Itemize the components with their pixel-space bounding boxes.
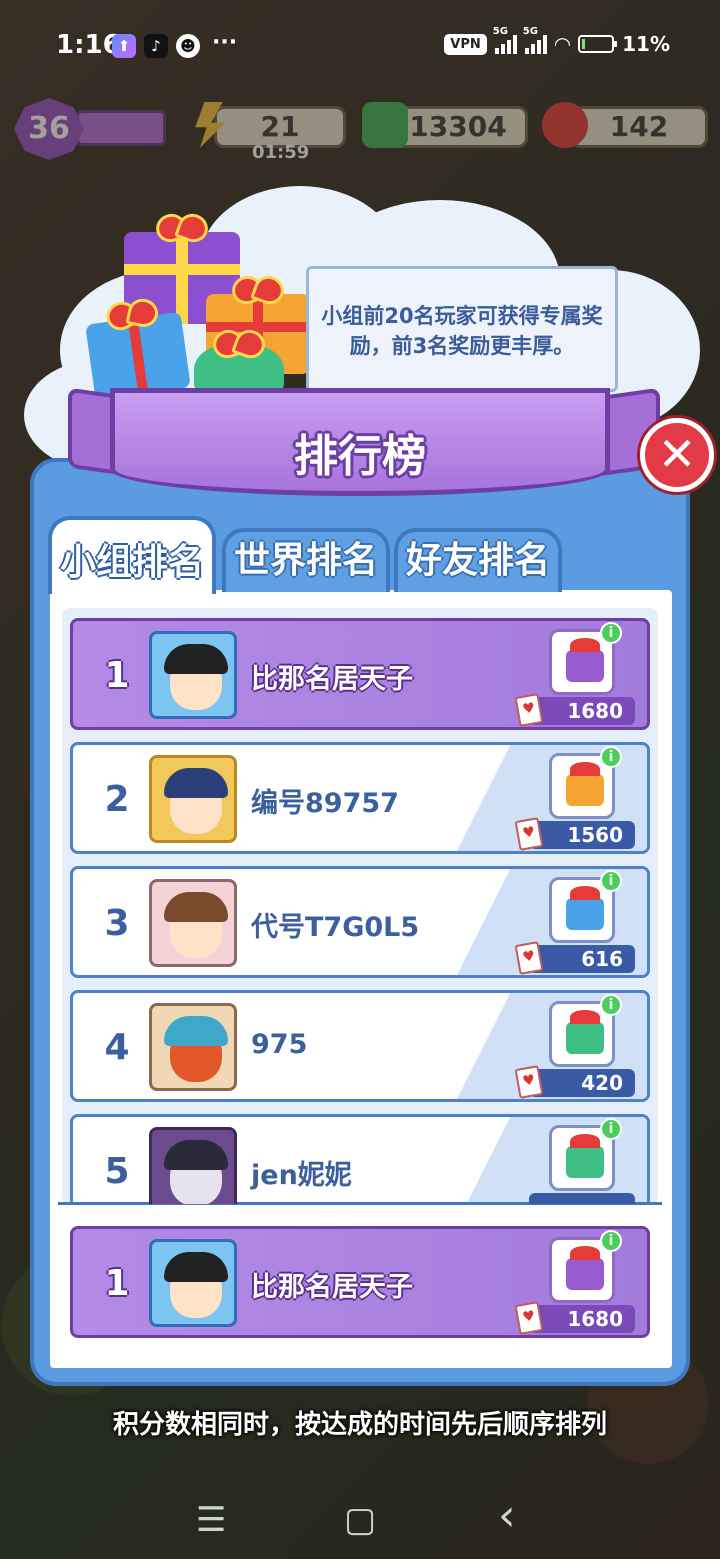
card-icon: ♥ bbox=[514, 1301, 544, 1335]
menu-icon[interactable]: ☰ bbox=[196, 1500, 226, 1540]
gift-icon bbox=[566, 1134, 604, 1178]
ranking-list[interactable]: 1 比那名居天子 i ♥ 1680 2 编号89757 i ♥ 1560 3 代… bbox=[62, 608, 658, 1204]
score bbox=[529, 1193, 635, 1204]
tab-world-ranking[interactable]: 世界排名 bbox=[222, 528, 390, 592]
home-icon[interactable]: ▢ bbox=[344, 1500, 376, 1540]
signal-icon-2: 5G bbox=[523, 26, 547, 54]
score: 616 bbox=[529, 945, 635, 973]
tiktok-icon: ♪ bbox=[144, 34, 168, 58]
wifi-icon: ◠ bbox=[554, 32, 571, 56]
ranking-rule-note: 积分数相同时，按达成的时间先后顺序排列 bbox=[112, 1410, 607, 1440]
game-hud: 36 21 01:59 13304 142 bbox=[0, 96, 720, 166]
info-icon[interactable]: i bbox=[600, 622, 622, 644]
reward-gift-button[interactable]: i bbox=[549, 622, 622, 695]
info-icon[interactable]: i bbox=[600, 994, 622, 1016]
ranking-row[interactable]: 1 比那名居天子 i ♥ 1680 bbox=[70, 618, 650, 730]
info-icon[interactable]: i bbox=[600, 1118, 622, 1140]
rank-number: 4 bbox=[104, 1027, 130, 1068]
info-icon[interactable]: i bbox=[600, 870, 622, 892]
avatar[interactable] bbox=[149, 631, 237, 719]
rank-number: 1 bbox=[104, 655, 130, 696]
gift-icon bbox=[566, 1246, 604, 1290]
app-notification-icon: ⬆ bbox=[112, 34, 136, 58]
more-notifications-icon: ··· bbox=[212, 30, 238, 55]
energy-timer: 01:59 bbox=[252, 142, 310, 163]
card-icon: ♥ bbox=[514, 693, 544, 727]
reward-info-text: 小组前20名玩家可获得专属奖励，前3名奖励更丰厚。 bbox=[306, 266, 618, 392]
player-name: 比那名居天子 bbox=[251, 1272, 413, 1303]
player-level: 36 bbox=[14, 98, 84, 160]
my-ranking-row[interactable]: 1 比那名居天子 i ♥ 1680 bbox=[70, 1226, 650, 1338]
reward-gift-button[interactable]: i bbox=[549, 746, 622, 819]
rank-number: 5 bbox=[104, 1151, 130, 1192]
signal-icon: 5G bbox=[493, 26, 517, 54]
player-name: 代号T7G0L5 bbox=[251, 912, 420, 943]
score: 1680 bbox=[529, 1305, 635, 1333]
reward-gift-button[interactable]: i bbox=[549, 870, 622, 943]
player-name: 975 bbox=[251, 1029, 308, 1060]
vpn-icon: VPN bbox=[444, 33, 487, 55]
notification-icons: ⬆ ♪ ☻ bbox=[112, 34, 200, 58]
rank-number: 3 bbox=[104, 903, 130, 944]
info-icon[interactable]: i bbox=[600, 1230, 622, 1252]
gift-icon bbox=[566, 1010, 604, 1054]
avatar[interactable] bbox=[149, 1239, 237, 1327]
avatar[interactable] bbox=[149, 1127, 237, 1204]
ranking-row[interactable]: 3 代号T7G0L5 i ♥ 616 bbox=[70, 866, 650, 978]
score: 1560 bbox=[529, 821, 635, 849]
gem-icon bbox=[542, 102, 588, 148]
card-icon: ♥ bbox=[514, 817, 544, 851]
reward-gift-button[interactable]: i bbox=[549, 994, 622, 1067]
back-icon[interactable]: ‹ bbox=[498, 1490, 516, 1541]
info-icon[interactable]: i bbox=[600, 746, 622, 768]
qq-icon: ☻ bbox=[176, 34, 200, 58]
reward-gift-button[interactable]: i bbox=[549, 1118, 622, 1191]
ranking-row[interactable]: 2 编号89757 i ♥ 1560 bbox=[70, 742, 650, 854]
system-indicators: VPN 5G 5G ◠ 11% bbox=[444, 26, 670, 56]
gem-counter: 142 bbox=[570, 106, 708, 148]
reward-gift-button[interactable]: i bbox=[549, 1230, 622, 1303]
card-icon: ♥ bbox=[514, 941, 544, 975]
battery-icon bbox=[578, 35, 618, 53]
clock: 1:16 bbox=[56, 30, 121, 60]
battery-percent: 11% bbox=[622, 32, 670, 56]
rank-number: 2 bbox=[104, 779, 130, 820]
xp-bar bbox=[76, 110, 166, 146]
ranking-row[interactable]: 4 975 i ♥ 420 bbox=[70, 990, 650, 1102]
navigation-bar: ☰ ▢ ‹ bbox=[0, 1480, 720, 1559]
player-name: jen妮妮 bbox=[251, 1160, 352, 1191]
gift-icon bbox=[566, 638, 604, 682]
rank-number: 1 bbox=[104, 1263, 130, 1304]
avatar[interactable] bbox=[149, 1003, 237, 1091]
avatar[interactable] bbox=[149, 755, 237, 843]
player-name: 比那名居天子 bbox=[251, 664, 413, 695]
cash-icon bbox=[362, 102, 408, 148]
card-icon: ♥ bbox=[514, 1065, 544, 1099]
player-name: 编号89757 bbox=[251, 788, 399, 819]
tab-friend-ranking[interactable]: 好友排名 bbox=[394, 528, 562, 592]
close-button[interactable]: ✕ bbox=[640, 418, 714, 492]
ranking-row[interactable]: 5 jen妮妮 i bbox=[70, 1114, 650, 1204]
gift-icon bbox=[566, 762, 604, 806]
cash-counter: 13304 bbox=[388, 106, 528, 148]
gift-icon bbox=[566, 886, 604, 930]
score: 1680 bbox=[529, 697, 635, 725]
tab-group-ranking[interactable]: 小组排名 bbox=[48, 516, 216, 594]
avatar[interactable] bbox=[149, 879, 237, 967]
status-bar: 1:16 ⬆ ♪ ☻ ··· VPN 5G 5G ◠ 11% bbox=[0, 0, 720, 92]
panel-title: 排行榜 bbox=[294, 431, 426, 482]
score: 420 bbox=[529, 1069, 635, 1097]
